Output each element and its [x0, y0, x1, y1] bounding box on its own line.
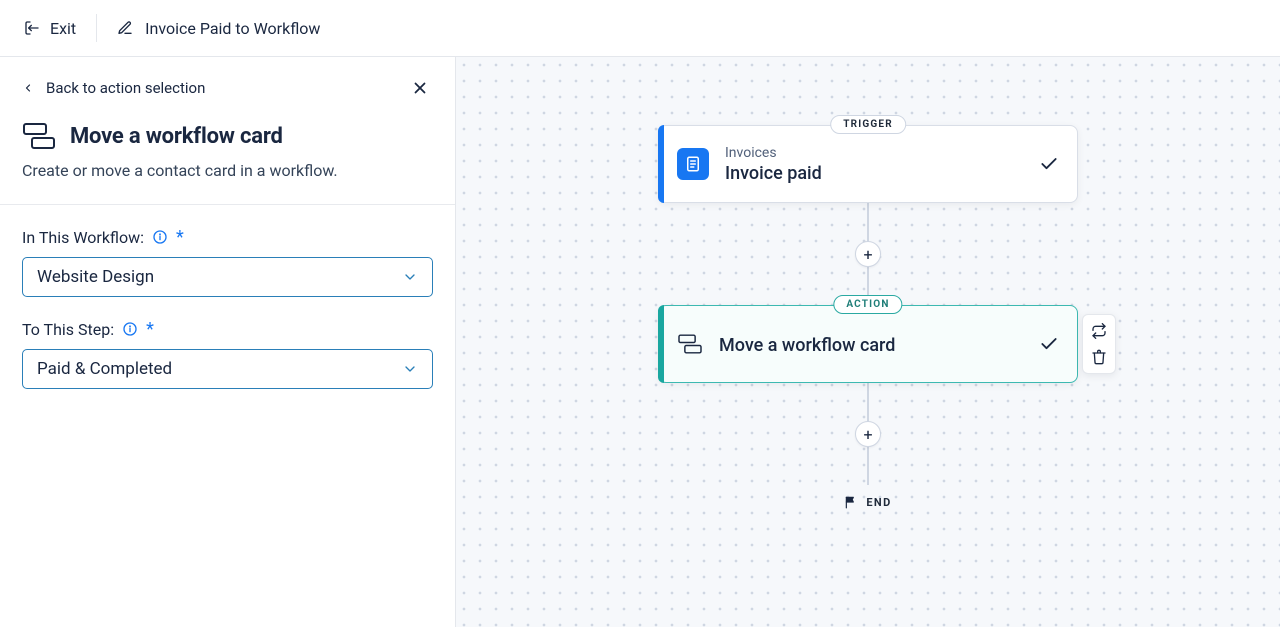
chevron-down-icon	[402, 269, 418, 285]
exit-icon	[24, 20, 40, 36]
panel-description: Create or move a contact card in a workf…	[22, 161, 433, 180]
trigger-badge: TRIGGER	[830, 115, 906, 134]
workflow-select[interactable]: Website Design	[22, 257, 433, 297]
workflow-name-button[interactable]: Invoice Paid to Workflow	[117, 19, 320, 38]
accent-bar	[658, 305, 664, 383]
move-card-icon	[677, 333, 703, 355]
accent-bar	[658, 125, 664, 203]
end-label: END	[866, 496, 891, 509]
field-step-label: To This Step:	[22, 320, 114, 339]
step-select[interactable]: Paid & Completed	[22, 349, 433, 389]
trigger-title: Invoice paid	[725, 163, 1023, 184]
step-select-value: Paid & Completed	[37, 359, 172, 379]
delete-button[interactable]	[1089, 347, 1109, 367]
node-toolbox	[1082, 314, 1116, 374]
exit-label: Exit	[50, 19, 76, 38]
info-icon[interactable]	[152, 229, 168, 245]
connector	[867, 445, 869, 485]
panel-header: Back to action selection	[0, 57, 455, 205]
invoices-icon	[677, 148, 709, 180]
swap-icon	[1091, 323, 1107, 339]
main-layout: Back to action selection	[0, 57, 1280, 627]
back-label: Back to action selection	[46, 79, 205, 97]
trigger-category: Invoices	[725, 145, 1023, 161]
side-panel: Back to action selection	[0, 57, 456, 627]
swap-button[interactable]	[1089, 321, 1109, 341]
divider	[96, 14, 97, 42]
trigger-node[interactable]: TRIGGER Invoices Invoice paid	[658, 125, 1078, 203]
pencil-icon	[117, 20, 133, 36]
check-icon	[1039, 334, 1059, 354]
chevron-down-icon	[402, 361, 418, 377]
action-node[interactable]: ACTION Move a workflow card	[658, 305, 1078, 383]
field-workflow-label: In This Workflow:	[22, 228, 144, 247]
flag-icon	[844, 495, 858, 509]
connector	[867, 203, 869, 243]
check-icon	[1039, 154, 1059, 174]
action-badge: ACTION	[833, 295, 902, 314]
panel-body: In This Workflow: * Website Design	[0, 205, 455, 433]
action-title: Move a workflow card	[719, 335, 1023, 356]
workflow-select-value: Website Design	[37, 267, 154, 287]
chevron-left-icon	[22, 82, 34, 94]
close-icon	[411, 79, 429, 97]
required-indicator: *	[146, 321, 154, 339]
flow-column: TRIGGER Invoices Invoice paid	[658, 125, 1078, 509]
back-button[interactable]: Back to action selection	[22, 79, 205, 97]
required-indicator: *	[176, 229, 184, 247]
connector	[867, 383, 869, 423]
workflow-name-label: Invoice Paid to Workflow	[145, 19, 320, 38]
top-bar: Exit Invoice Paid to Workflow	[0, 0, 1280, 57]
info-icon[interactable]	[122, 321, 138, 337]
add-step-button[interactable]: +	[855, 241, 881, 267]
exit-button[interactable]: Exit	[24, 19, 76, 38]
field-workflow: In This Workflow: * Website Design	[22, 227, 433, 297]
workflow-canvas[interactable]: TRIGGER Invoices Invoice paid	[456, 57, 1280, 627]
add-step-button[interactable]: +	[855, 421, 881, 447]
close-button[interactable]	[407, 75, 433, 101]
panel-title: Move a workflow card	[70, 124, 283, 149]
move-card-icon	[22, 121, 56, 151]
end-marker: END	[658, 495, 1078, 509]
trash-icon	[1091, 349, 1107, 365]
field-step: To This Step: * Paid & Completed	[22, 319, 433, 389]
